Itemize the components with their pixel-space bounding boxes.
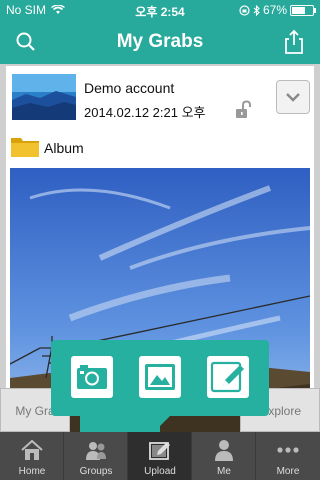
tab-home[interactable]: Home bbox=[0, 432, 64, 480]
tab-groups[interactable]: Groups bbox=[64, 432, 128, 480]
upload-popup bbox=[51, 340, 269, 416]
bottom-tab-bar: Home Groups Upload Me More bbox=[0, 432, 320, 480]
battery-status: 67% bbox=[239, 3, 316, 17]
page-title: My Grabs bbox=[116, 31, 204, 52]
album-label[interactable]: Album bbox=[44, 140, 84, 156]
share-button[interactable] bbox=[280, 28, 308, 56]
tab-groups-label: Groups bbox=[79, 466, 113, 477]
camera-icon bbox=[77, 365, 107, 389]
account-thumbnail[interactable] bbox=[12, 74, 76, 120]
tab-me[interactable]: Me bbox=[192, 432, 256, 480]
tab-me-label: Me bbox=[217, 466, 231, 477]
image-button[interactable] bbox=[139, 356, 181, 398]
options-dropdown-button[interactable] bbox=[276, 80, 310, 114]
rotation-lock-icon bbox=[239, 4, 250, 16]
bluetooth-icon bbox=[253, 4, 260, 16]
status-bar: No SIM 오후 2:54 67% bbox=[0, 0, 320, 20]
camera-button[interactable] bbox=[71, 356, 113, 398]
tab-more-label: More bbox=[276, 466, 300, 477]
unlock-icon[interactable] bbox=[233, 100, 253, 125]
popup-pointer bbox=[150, 416, 170, 426]
account-name[interactable]: Demo account bbox=[84, 80, 174, 96]
album-folder[interactable] bbox=[10, 134, 40, 163]
person-icon bbox=[215, 440, 233, 461]
tab-upload-label: Upload bbox=[144, 466, 176, 477]
tab-home-label: Home bbox=[18, 466, 46, 477]
tab-upload[interactable]: Upload bbox=[128, 432, 192, 480]
image-icon bbox=[145, 364, 175, 390]
home-icon bbox=[21, 439, 43, 460]
share-icon bbox=[285, 29, 303, 54]
more-icon bbox=[277, 447, 299, 453]
chevron-down-icon bbox=[286, 93, 300, 102]
battery-level-fill bbox=[292, 6, 305, 14]
battery-icon bbox=[290, 4, 316, 16]
tab-more[interactable]: More bbox=[256, 432, 320, 480]
edit-button[interactable] bbox=[207, 356, 249, 398]
battery-percent: 67% bbox=[262, 3, 287, 17]
folder-icon bbox=[11, 138, 39, 157]
edit-icon bbox=[210, 361, 244, 393]
grab-date: 2014.02.12 2:21 오후 bbox=[84, 105, 206, 120]
groups-icon bbox=[86, 442, 106, 460]
upload-icon bbox=[149, 442, 170, 460]
nav-bar: My Grabs bbox=[0, 20, 320, 64]
